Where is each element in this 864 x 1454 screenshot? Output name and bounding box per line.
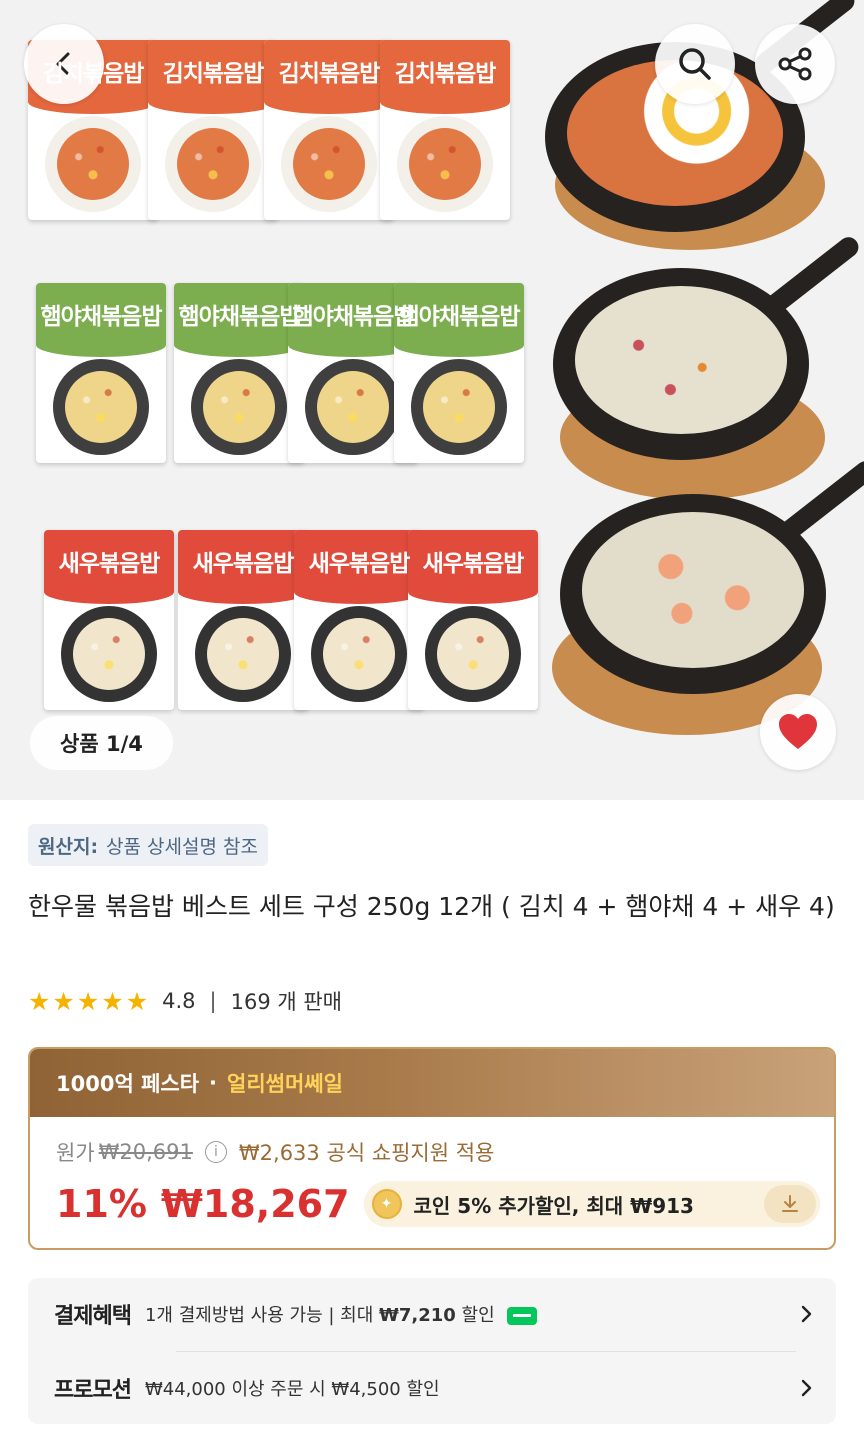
star-icon: ★ xyxy=(125,986,149,1016)
rating-row[interactable]: ★ ★ ★ ★ ★ 4.8 | 169 개 판매 xyxy=(28,984,342,1018)
discount-rate: 11% xyxy=(56,1182,147,1226)
coupon-download-button[interactable] xyxy=(763,1185,816,1223)
ham-vegetable-pack: 햄야채볶음밥 xyxy=(394,283,524,463)
price-box: 1000억 페스타 · 얼리썸머쎄일 원가 ₩20,691 i ₩2,633 공… xyxy=(28,1047,836,1250)
benefits-panel: 결제혜택 1개 결제방법 사용 가능 | 최대 ₩7,210 할인 프로모션 ₩… xyxy=(28,1278,836,1424)
shrimp-pack: 새우볶음밥 xyxy=(44,530,174,710)
ham-vegetable-pack: 햄야채볶음밥 xyxy=(174,283,304,463)
star-icon: ★ xyxy=(52,986,75,1016)
shrimp-pack: 새우볶음밥 xyxy=(178,530,308,710)
kimchi-pack: 김치볶음밥 xyxy=(28,40,158,220)
coin-discount-pill[interactable]: ✦ 코인 5% 추가할인, 최대 ₩913 xyxy=(363,1181,820,1227)
promotion-text: ₩44,000 이상 주문 시 ₩4,500 할인 xyxy=(144,1379,440,1400)
download-icon xyxy=(781,1195,798,1212)
product-title: 한우물 볶음밥 베스트 세트 구성 250g 12개 ( 김치 4 + 햄야채 … xyxy=(28,892,835,921)
promo-highlight: 얼리썸머쎄일 xyxy=(227,1072,343,1096)
original-price-label: 원가 xyxy=(56,1141,95,1165)
wishlist-button[interactable] xyxy=(760,694,836,770)
kimchi-packs: 김치볶음밥 김치볶음밥 김치볶음밥 김치볶음밥 xyxy=(28,40,528,220)
promotion-row[interactable]: 프로모션 ₩44,000 이상 주문 시 ₩4,500 할인 xyxy=(54,1352,816,1424)
kimchi-pack: 김치볶음밥 xyxy=(148,40,278,220)
product-image-gallery[interactable]: 김치볶음밥 김치볶음밥 김치볶음밥 김치볶음밥 햄야채볶음밥 햄야채볶음밥 햄야… xyxy=(0,0,864,800)
origin-tag: 원산지: 상품 상세설명 참조 xyxy=(28,824,268,866)
payment-benefit-text: 1개 결제방법 사용 가능 | 최대 ₩7,210 할인 xyxy=(145,1301,537,1327)
shrimp-packs: 새우볶음밥 새우볶음밥 새우볶음밥 새우볶음밥 xyxy=(28,530,538,710)
ham-vegetable-rice-pan xyxy=(553,233,863,460)
heart-icon xyxy=(779,714,817,749)
search-icon xyxy=(679,48,711,80)
star-icon: ★ xyxy=(76,986,100,1016)
info-icon[interactable]: i xyxy=(204,1141,227,1163)
rating-stars: ★ ★ ★ ★ ★ xyxy=(28,989,148,1014)
promo-title: 1000억 페스타 xyxy=(56,1072,200,1096)
promo-dot: · xyxy=(209,1071,218,1095)
origin-label: 원산지: xyxy=(38,835,99,858)
separator: | xyxy=(209,989,217,1013)
promotion-title: 프로모션 xyxy=(54,1378,132,1403)
coin-discount-text: 코인 5% 추가할인, 최대 ₩913 xyxy=(413,1193,694,1218)
shrimp-rice-pan xyxy=(560,457,864,694)
kimchi-pack: 김치볶음밥 xyxy=(264,40,394,220)
kimchi-pack: 김치볶음밥 xyxy=(380,40,510,220)
share-button[interactable] xyxy=(755,24,835,104)
payment-benefit-title: 결제혜택 xyxy=(54,1304,132,1329)
image-counter: 상품 1/4 xyxy=(30,716,173,770)
naver-pay-icon xyxy=(506,1307,537,1325)
promo-banner[interactable]: 1000억 페스타 · 얼리썸머쎄일 xyxy=(30,1049,834,1117)
ham-vegetable-packs: 햄야채볶음밥 햄야채볶음밥 햄야채볶음밥 햄야채볶음밥 xyxy=(28,283,528,463)
star-icon: ★ xyxy=(101,986,124,1016)
chevron-right-icon xyxy=(801,1305,812,1323)
sale-price-row: 11% ₩18,267 ✦ 코인 5% 추가할인, 최대 ₩913 xyxy=(56,1181,820,1227)
shrimp-pack: 새우볶음밥 xyxy=(294,530,424,710)
search-button[interactable] xyxy=(655,24,735,104)
original-price-row: 원가 ₩20,691 i ₩2,633 공식 쇼핑지원 적용 xyxy=(56,1137,494,1167)
rating-value: 4.8 xyxy=(162,989,196,1013)
star-icon: ★ xyxy=(28,986,51,1016)
original-price: ₩20,691 xyxy=(98,1140,193,1164)
payment-benefit-row[interactable]: 결제혜택 1개 결제방법 사용 가능 | 최대 ₩7,210 할인 xyxy=(54,1278,816,1350)
shopping-support-text: ₩2,633 공식 쇼핑지원 적용 xyxy=(238,1141,495,1165)
coin-icon: ✦ xyxy=(371,1189,402,1219)
share-icon xyxy=(778,47,812,81)
origin-value: 상품 상세설명 참조 xyxy=(106,835,258,858)
sales-count: 169 개 판매 xyxy=(230,990,342,1014)
chevron-right-icon xyxy=(801,1379,812,1397)
ham-vegetable-pack: 햄야채볶음밥 xyxy=(36,283,166,463)
shrimp-pack: 새우볶음밥 xyxy=(408,530,538,710)
sale-price: ₩18,267 xyxy=(160,1182,350,1226)
